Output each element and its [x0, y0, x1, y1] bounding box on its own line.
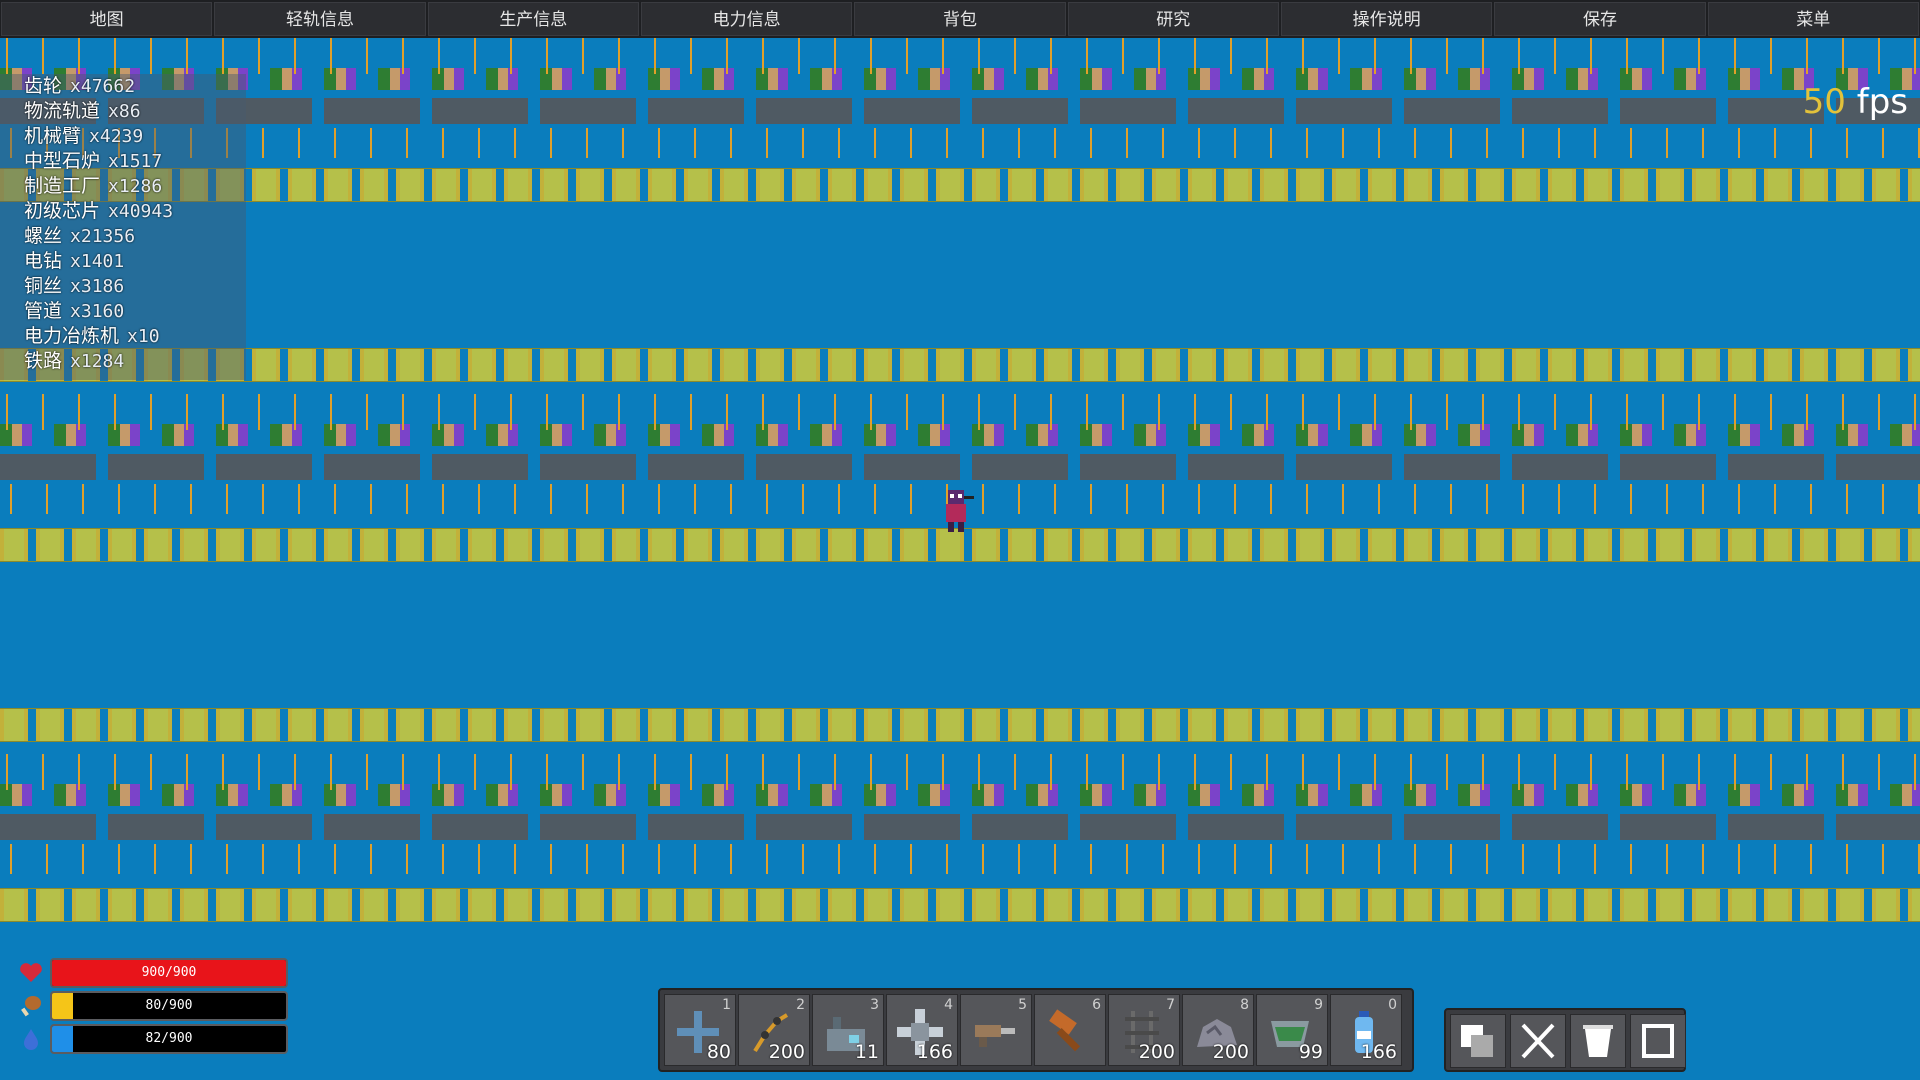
copy-icon — [1461, 1025, 1493, 1057]
health-bar: 900/900 — [50, 958, 288, 988]
health-text: 900/900 — [141, 965, 197, 980]
drumstick-icon — [21, 996, 41, 1017]
fps-counter: 50 fps — [1802, 82, 1908, 122]
counter-stone-furnace: 中型石炉 x1517 — [24, 150, 163, 172]
hotbar-slot-4[interactable]: 4 166 — [886, 994, 958, 1066]
counter-pipe: 管道 x3160 — [24, 300, 125, 322]
menu-research[interactable]: 研究 — [1067, 2, 1279, 36]
factory-machine-row[interactable] — [0, 38, 1920, 158]
hunger-text: 80/900 — [145, 998, 193, 1013]
select-box-icon — [1642, 1024, 1674, 1058]
trash-bin-icon — [1583, 1025, 1613, 1057]
menu-backpack[interactable]: 背包 — [854, 2, 1066, 36]
tool-buttons — [1444, 1008, 1686, 1072]
counter-copper-wire: 铜丝 x3186 — [24, 275, 125, 297]
trash-button[interactable] — [1570, 1014, 1626, 1068]
counter-factory: 制造工厂 x1286 — [24, 175, 163, 197]
hotbar-slot-8[interactable]: 8 200 — [1182, 994, 1254, 1066]
counter-gear: 齿轮 x47662 — [24, 75, 136, 97]
hotbar-slot-7[interactable]: 7 200 — [1108, 994, 1180, 1066]
counter-railway: 铁路 x1284 — [24, 350, 125, 372]
counter-screw: 螺丝 x21356 — [24, 225, 136, 247]
conveyor-belt-row[interactable] — [0, 348, 1920, 382]
menu-map[interactable]: 地图 — [1, 2, 213, 36]
heart-icon — [20, 963, 42, 982]
hunger-bar: 80/900 — [50, 991, 288, 1021]
counter-basic-chip: 初级芯片 x40943 — [24, 200, 174, 222]
hotbar-slot-5[interactable]: 5 — [960, 994, 1032, 1066]
game-world[interactable] — [0, 38, 1920, 1080]
hotbar-slot-1[interactable]: 1 80 — [664, 994, 736, 1066]
inventory-counter-panel: 齿轮 x47662 物流轨道 x86 机械臂 x4239 中型石炉 x1517 制造工厂… — [0, 74, 246, 380]
drill-icon — [975, 1025, 1015, 1047]
counter-robot-arm: 机械臂 x4239 — [24, 125, 144, 147]
top-menu-bar: 地图 轻轨信息 生产信息 电力信息 背包 研究 操作说明 保存 菜单 — [0, 0, 1920, 38]
hotbar-slot-9[interactable]: 9 99 — [1256, 994, 1328, 1066]
delete-x-icon — [1521, 1023, 1555, 1059]
delete-button[interactable] — [1510, 1014, 1566, 1068]
counter-electric-smelter: 电力冶炼机 x10 — [24, 325, 160, 347]
water-drop-icon — [24, 1029, 38, 1050]
counter-electric-drill: 电钻 x1401 — [24, 250, 125, 272]
hotbar-slot-3[interactable]: 3 11 — [812, 994, 884, 1066]
menu-power-info[interactable]: 电力信息 — [640, 2, 853, 36]
hotbar-slot-0[interactable]: 0 166 — [1330, 994, 1402, 1066]
conveyor-belt-row[interactable] — [0, 888, 1920, 922]
menu-save[interactable]: 保存 — [1494, 2, 1706, 36]
menu-production-info[interactable]: 生产信息 — [427, 2, 639, 36]
player-character — [946, 490, 974, 532]
counter-logistics-track: 物流轨道 x86 — [24, 100, 141, 122]
hammer-icon — [1049, 1009, 1081, 1052]
menu-instructions[interactable]: 操作说明 — [1280, 2, 1493, 36]
water-text: 82/900 — [145, 1031, 193, 1046]
conveyor-belt-row[interactable] — [0, 708, 1920, 742]
hotbar-slot-2[interactable]: 2 200 — [738, 994, 810, 1066]
hotbar: 1 80 2 200 3 11 4 166 5 6 7 200 8 200 9 99 0 166 — [658, 988, 1414, 1072]
menu-main[interactable]: 菜单 — [1707, 2, 1919, 36]
water-bar: 82/900 — [50, 1024, 288, 1054]
select-button[interactable] — [1630, 1014, 1686, 1068]
conveyor-belt-row[interactable] — [0, 168, 1920, 202]
menu-light-rail-info[interactable]: 轻轨信息 — [214, 2, 426, 36]
factory-machine-row[interactable] — [0, 754, 1920, 874]
copy-button[interactable] — [1450, 1014, 1506, 1068]
hotbar-slot-6[interactable]: 6 — [1034, 994, 1106, 1066]
